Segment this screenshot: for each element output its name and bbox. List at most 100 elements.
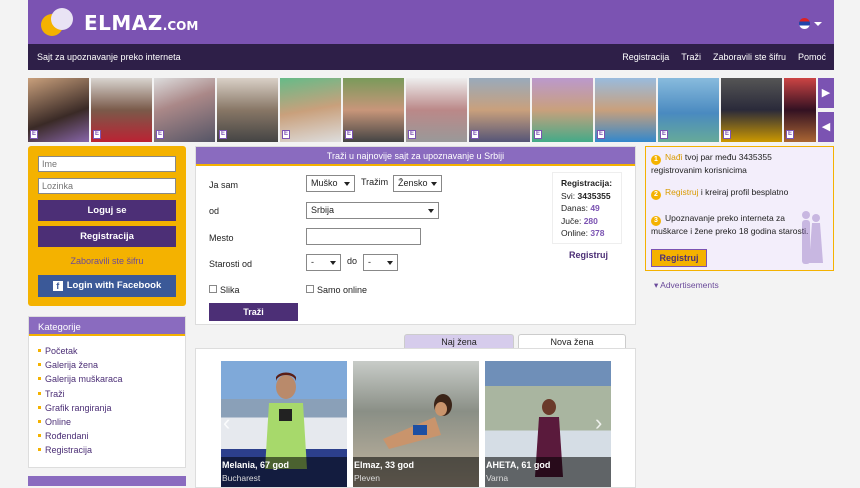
- i-am-value: Muško: [311, 178, 338, 188]
- member-thumb[interactable]: E: [217, 78, 278, 142]
- category-galerija-zena[interactable]: Galerija žena: [38, 360, 185, 374]
- country-select[interactable]: Srbija: [306, 202, 439, 219]
- stats-yesterday: 280: [583, 215, 598, 226]
- category-trazi[interactable]: Traži: [38, 389, 185, 403]
- online-only-checkbox[interactable]: [306, 285, 314, 293]
- search-title: Traži u najnovije sajt za upoznavanje u …: [196, 147, 635, 166]
- category-grafik-rangiranja[interactable]: Grafik rangiranja: [38, 403, 185, 417]
- serbia-flag-icon[interactable]: [799, 18, 810, 29]
- member-thumb[interactable]: E: [91, 78, 152, 142]
- stats-total: 3435355: [577, 190, 611, 201]
- step-2-text: i kreiraj profil besplatno: [700, 187, 789, 197]
- step-3-text: Upoznavanje preko interneta za muškarce …: [651, 213, 809, 236]
- search-panel: Traži u najnovije sajt za upoznavanje u …: [195, 146, 636, 325]
- stats-register-link[interactable]: Registruj: [569, 250, 608, 260]
- advertisements-link[interactable]: ▾ Advertisements: [654, 280, 719, 291]
- nav-trazi[interactable]: Traži: [681, 52, 701, 62]
- step-2-link[interactable]: Registruj: [665, 187, 699, 197]
- sun-moon-logo-icon: [41, 8, 73, 36]
- city-label: Mesto: [209, 233, 234, 243]
- tab-naj-zena[interactable]: Naj žena: [404, 334, 514, 349]
- password-input[interactable]: [38, 178, 176, 194]
- stats-total-label: Svi:: [561, 190, 576, 201]
- top-nav: Sajt za upoznavanje preko interneta Regi…: [28, 44, 834, 70]
- elmaz-badge-icon: E: [156, 130, 164, 139]
- photo-checkbox[interactable]: [209, 285, 217, 293]
- age-to-label: do: [347, 256, 358, 266]
- forgot-password-link[interactable]: Zaboravili ste šifru: [28, 256, 186, 266]
- member-thumb[interactable]: E: [469, 78, 530, 142]
- info-step-2: 2 Registruj i kreiraj profil besplatno: [651, 187, 821, 200]
- member-thumb[interactable]: E: [658, 78, 719, 142]
- member-thumb[interactable]: E: [784, 78, 816, 142]
- seeking-label: Tražim: [361, 177, 389, 187]
- profile-card[interactable]: ‹ Melania, 67 god Bucharest: [221, 361, 347, 487]
- member-thumb[interactable]: E: [406, 78, 467, 142]
- nav-help[interactable]: Pomoć: [798, 52, 826, 62]
- register-button[interactable]: Registracija: [38, 226, 176, 247]
- elmaz-badge-icon: E: [408, 130, 416, 139]
- country-value: Srbija: [311, 205, 335, 215]
- age-from-value: -: [311, 257, 314, 267]
- city-input[interactable]: [306, 228, 421, 245]
- page: ELMAZ.COM Sajt za upoznavanje preko inte…: [28, 0, 834, 488]
- category-rodjendani[interactable]: Rođendani: [38, 431, 185, 445]
- header-bar: ELMAZ.COM: [28, 0, 834, 44]
- nav-registracija[interactable]: Registracija: [622, 52, 669, 62]
- profile-photo: [265, 372, 307, 469]
- elmaz-badge-icon: E: [219, 130, 227, 139]
- i-am-select[interactable]: Muško: [306, 175, 355, 192]
- age-label: Starosti od: [209, 259, 253, 269]
- login-panel: Loguj se Registracija Zaboravili ste šif…: [28, 146, 186, 306]
- elmaz-badge-icon: E: [30, 130, 38, 139]
- stats-online: 378: [590, 228, 605, 238]
- profile-name: Melania, 67 god: [222, 460, 290, 470]
- category-registracija[interactable]: Registracija: [38, 445, 185, 459]
- stats-today: 49: [590, 203, 600, 213]
- site-logo[interactable]: ELMAZ.COM: [84, 11, 198, 35]
- elmaz-badge-icon: E: [345, 130, 353, 139]
- profile-card[interactable]: Elmaz, 33 god Pleven: [353, 361, 479, 487]
- elmaz-badge-icon: E: [660, 130, 668, 139]
- from-label: od: [209, 206, 220, 216]
- i-am-label: Ja sam: [209, 180, 239, 190]
- seeking-select[interactable]: Žensko: [393, 175, 442, 192]
- elmaz-badge-icon: E: [723, 130, 731, 139]
- tab-nova-zena[interactable]: Nova žena: [518, 334, 626, 349]
- category-pocetak[interactable]: Početak: [38, 346, 185, 360]
- username-input[interactable]: [38, 156, 176, 172]
- member-thumb[interactable]: E: [343, 78, 404, 142]
- profile-card[interactable]: › AHETA, 61 god Varna: [485, 361, 611, 487]
- elmaz-badge-icon: E: [534, 130, 542, 139]
- age-to-select[interactable]: -: [363, 254, 398, 271]
- gallery-next-arrow-icon[interactable]: ›: [595, 406, 609, 440]
- login-button[interactable]: Loguj se: [38, 200, 176, 221]
- age-from-select[interactable]: -: [306, 254, 341, 271]
- member-thumb[interactable]: E: [532, 78, 593, 142]
- facebook-icon: f: [52, 281, 63, 291]
- strip-next-arrow-icon[interactable]: ▶: [818, 78, 834, 108]
- step-2-icon: 2: [651, 190, 661, 200]
- step-1-link[interactable]: Nađi: [665, 152, 682, 162]
- stats-online-label: Online:: [561, 228, 588, 238]
- facebook-login-button[interactable]: f Login with Facebook: [38, 275, 176, 297]
- seeking-value: Žensko: [398, 178, 428, 188]
- gallery-prev-arrow-icon[interactable]: ‹: [223, 406, 237, 440]
- step-1-icon: 1: [651, 155, 661, 165]
- elmaz-badge-icon: E: [93, 130, 101, 139]
- member-thumb[interactable]: E: [28, 78, 89, 142]
- member-thumb[interactable]: E: [154, 78, 215, 142]
- info-step-3: 3 Upoznavanje preko interneta za muškarce…: [651, 213, 816, 237]
- category-galerija-muskaraca[interactable]: Galerija muškaraca: [38, 374, 185, 388]
- info-panel: 1 Nađi tvoj par među 3435355 registrovani…: [645, 146, 834, 271]
- strip-prev-arrow-icon[interactable]: ◀: [818, 112, 834, 142]
- nav-forgot-password[interactable]: Zaboravili ste šifru: [713, 52, 786, 62]
- member-thumb[interactable]: E: [595, 78, 656, 142]
- profile-name: Elmaz, 33 god: [354, 460, 415, 470]
- member-thumb[interactable]: E: [280, 78, 341, 142]
- search-button[interactable]: Traži: [209, 303, 298, 321]
- info-register-button[interactable]: Registruj: [651, 249, 707, 267]
- category-online[interactable]: Online: [38, 417, 185, 431]
- chevron-down-icon[interactable]: [814, 22, 822, 26]
- member-thumb[interactable]: E: [721, 78, 782, 142]
